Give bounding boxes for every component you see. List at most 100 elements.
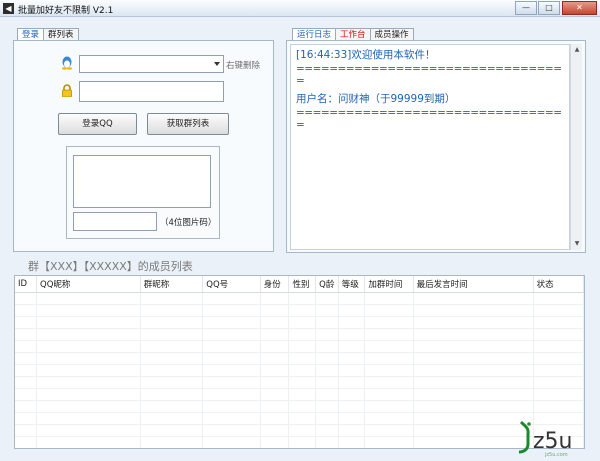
table-cell bbox=[315, 340, 339, 353]
col-status[interactable]: 状态 bbox=[533, 276, 584, 293]
table-cell bbox=[533, 352, 584, 365]
table-cell bbox=[140, 304, 204, 317]
minimize-button[interactable]: — bbox=[515, 1, 537, 15]
table-cell bbox=[338, 292, 366, 305]
table-cell bbox=[36, 376, 141, 389]
table-cell bbox=[260, 328, 290, 341]
table-cell bbox=[140, 364, 204, 377]
table-cell bbox=[260, 436, 290, 448]
table-cell bbox=[202, 436, 261, 448]
table-cell bbox=[202, 400, 261, 413]
get-group-list-button[interactable]: 获取群列表 bbox=[147, 113, 229, 135]
col-role[interactable]: 身份 bbox=[260, 276, 290, 293]
table-cell bbox=[260, 304, 290, 317]
table-cell bbox=[364, 304, 414, 317]
table-cell bbox=[413, 340, 534, 353]
table-cell bbox=[533, 400, 584, 413]
table-cell bbox=[202, 316, 261, 329]
title-bar: ◀ 批量加好友不限制 V2.1 — □ ✕ bbox=[0, 0, 600, 17]
table-cell bbox=[413, 328, 534, 341]
table-cell bbox=[15, 424, 38, 437]
log-line: [16:44:33]欢迎使用本软件！ bbox=[296, 49, 436, 61]
table-cell bbox=[364, 376, 414, 389]
table-cell bbox=[364, 340, 414, 353]
table-cell bbox=[288, 388, 317, 401]
table-cell bbox=[36, 328, 141, 341]
col-join-time[interactable]: 加群时间 bbox=[364, 276, 414, 293]
table-cell bbox=[140, 436, 204, 448]
password-field[interactable] bbox=[79, 81, 224, 102]
col-qq-nickname[interactable]: QQ昵称 bbox=[36, 276, 141, 293]
table-cell bbox=[315, 400, 339, 413]
close-button[interactable]: ✕ bbox=[562, 1, 597, 15]
table-cell bbox=[260, 352, 290, 365]
account-select[interactable] bbox=[79, 55, 224, 73]
table-cell bbox=[364, 436, 414, 448]
table-row bbox=[15, 376, 584, 389]
table-cell bbox=[202, 424, 261, 437]
scroll-up-icon[interactable]: ▲ bbox=[573, 46, 581, 54]
table-cell bbox=[36, 364, 141, 377]
log-line: = bbox=[296, 75, 305, 87]
table-cell bbox=[338, 400, 366, 413]
table-cell bbox=[338, 352, 366, 365]
member-list-heading: 群【XXX】【XXXXX】的成员列表 bbox=[28, 260, 193, 273]
member-table[interactable]: ID QQ昵称 群昵称 QQ号 身份 性别 Q龄 等级 加群时间 最后发言时间 … bbox=[14, 275, 585, 449]
table-cell bbox=[315, 388, 339, 401]
col-gender[interactable]: 性别 bbox=[288, 276, 317, 293]
table-cell bbox=[364, 316, 414, 329]
table-cell bbox=[15, 304, 38, 317]
table-cell bbox=[364, 292, 414, 305]
table-cell bbox=[15, 412, 38, 425]
captcha-input[interactable] bbox=[73, 212, 157, 231]
table-cell bbox=[202, 364, 261, 377]
table-cell bbox=[202, 292, 261, 305]
table-cell bbox=[288, 304, 317, 317]
table-cell bbox=[364, 364, 414, 377]
table-cell bbox=[338, 388, 366, 401]
log-line: ================================ bbox=[296, 63, 562, 75]
table-cell bbox=[533, 340, 584, 353]
table-cell bbox=[140, 292, 204, 305]
table-cell bbox=[338, 376, 366, 389]
log-scrollbar[interactable]: ▲ ▼ bbox=[570, 44, 582, 250]
table-cell bbox=[202, 412, 261, 425]
window-title: 批量加好友不限制 V2.1 bbox=[18, 6, 114, 16]
col-id[interactable]: ID bbox=[15, 276, 38, 293]
table-cell bbox=[15, 376, 38, 389]
table-cell bbox=[15, 316, 38, 329]
table-cell bbox=[140, 376, 204, 389]
maximize-button[interactable]: □ bbox=[538, 1, 560, 15]
chevron-down-icon[interactable] bbox=[214, 62, 220, 66]
table-cell bbox=[533, 304, 584, 317]
table-cell bbox=[533, 376, 584, 389]
table-cell bbox=[288, 400, 317, 413]
table-cell bbox=[413, 304, 534, 317]
table-cell bbox=[288, 352, 317, 365]
table-cell bbox=[36, 436, 141, 448]
scroll-down-icon[interactable]: ▼ bbox=[573, 240, 581, 248]
table-cell bbox=[288, 328, 317, 341]
col-qq-number[interactable]: QQ号 bbox=[202, 276, 261, 293]
table-cell bbox=[36, 292, 141, 305]
table-cell bbox=[15, 352, 38, 365]
table-cell bbox=[140, 412, 204, 425]
table-cell bbox=[315, 436, 339, 448]
table-cell bbox=[36, 340, 141, 353]
table-cell bbox=[338, 424, 366, 437]
table-row bbox=[15, 328, 584, 341]
table-row bbox=[15, 400, 584, 413]
table-cell bbox=[315, 352, 339, 365]
table-cell bbox=[533, 388, 584, 401]
table-cell bbox=[260, 340, 290, 353]
table-cell bbox=[260, 292, 290, 305]
table-cell bbox=[202, 376, 261, 389]
table-cell bbox=[338, 328, 366, 341]
col-level[interactable]: 等级 bbox=[338, 276, 366, 293]
col-qq-age[interactable]: Q龄 bbox=[315, 276, 339, 293]
table-cell bbox=[315, 316, 339, 329]
login-qq-button[interactable]: 登录QQ bbox=[58, 113, 137, 135]
table-cell bbox=[36, 412, 141, 425]
col-last-speak-time[interactable]: 最后发言时间 bbox=[413, 276, 534, 293]
col-group-nickname[interactable]: 群昵称 bbox=[140, 276, 204, 293]
